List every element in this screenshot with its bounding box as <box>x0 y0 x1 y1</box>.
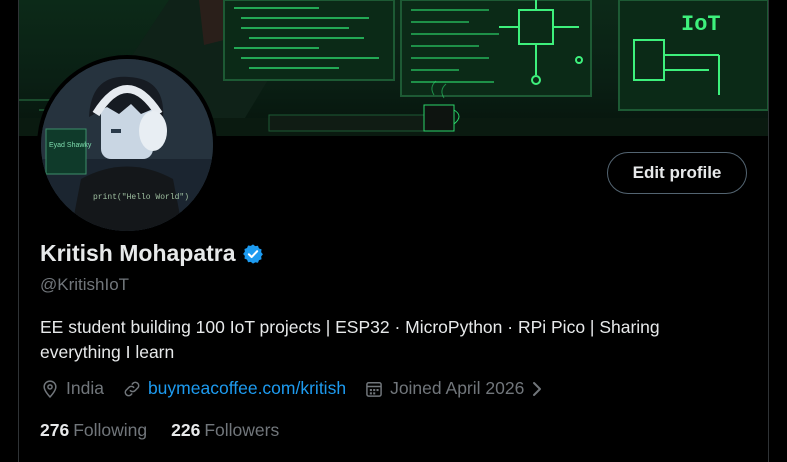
display-name: Kritish Mohapatra <box>40 240 236 266</box>
following-count: 276 <box>40 420 70 440</box>
joined-text: Joined April 2026 <box>390 378 525 398</box>
location-pin-icon <box>40 379 60 399</box>
avatar[interactable]: print("Hello World") Eyad Shawky <box>41 59 213 231</box>
column-border-right <box>768 0 769 462</box>
website-item[interactable]: buymeacoffee.com/kritish <box>122 378 346 399</box>
chevron-right-icon[interactable] <box>530 379 544 399</box>
profile-meta-row: India buymeacoffee.com/kritish Joined Ap… <box>40 378 562 399</box>
location-item: India <box>40 378 104 399</box>
website-link[interactable]: buymeacoffee.com/kritish <box>148 378 346 399</box>
followers-label: Followers <box>204 420 280 440</box>
following-label: Following <box>73 420 148 440</box>
link-icon <box>122 379 142 399</box>
location-text: India <box>66 378 104 398</box>
profile-page: IoT print("Hello World") Eyad Shawky Edi… <box>0 0 787 462</box>
edit-profile-button[interactable]: Edit profile <box>607 152 747 194</box>
user-handle: @KritishIoT <box>40 275 130 294</box>
avatar-illustration: print("Hello World") Eyad Shawky <box>41 59 213 231</box>
followers-count: 226 <box>171 420 201 440</box>
calendar-icon <box>364 379 384 399</box>
profile-bio: EE student building 100 IoT projects | E… <box>40 317 660 362</box>
avatar-container[interactable]: print("Hello World") Eyad Shawky <box>37 55 217 235</box>
follow-stats: 276 Following 226 Followers <box>40 420 303 441</box>
avatar-shirt-text: print("Hello World") <box>93 193 189 202</box>
following-link[interactable]: 276 Following <box>40 420 147 441</box>
joined-item[interactable]: Joined April 2026 <box>364 378 544 399</box>
followers-link[interactable]: 226 Followers <box>171 420 279 441</box>
verified-badge-icon[interactable] <box>242 243 264 265</box>
avatar-nameplate: Eyad Shawky <box>49 142 92 149</box>
banner-iot-sign: IoT <box>681 12 721 37</box>
display-name-row: Kritish Mohapatra <box>40 240 264 267</box>
